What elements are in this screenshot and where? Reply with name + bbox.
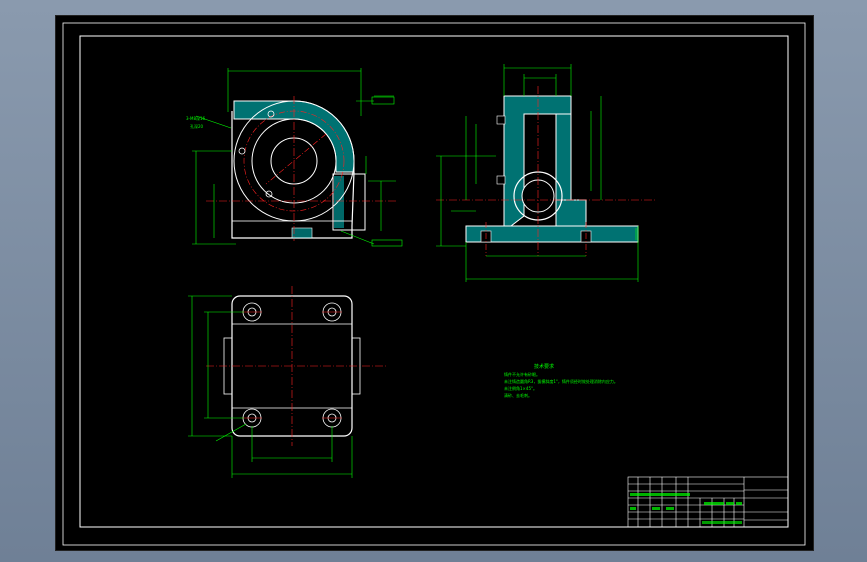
- front-hole-note-2: 孔深20: [190, 123, 204, 129]
- front-view: [206, 96, 396, 241]
- tech-line-1: 铸件不允许有砂眼。: [504, 371, 540, 377]
- front-dimension-text: 3-M8深16 孔深20: [186, 115, 206, 129]
- tech-title: 技术要求: [534, 363, 554, 370]
- front-boss-hatch: [334, 176, 344, 228]
- inner-frame: [79, 35, 789, 528]
- tech-line-3: 未注倒角1×45°。: [504, 385, 537, 391]
- tech-requirements: 技术要求 铸件不允许有砂眼。 未注铸造圆角R3，拔模斜度1°，铸件须经时效处理消…: [504, 363, 618, 398]
- side-hole-top: [496, 115, 506, 125]
- top-view: [206, 286, 386, 446]
- front-bolt-hole-2: [238, 147, 246, 155]
- front-hole-note: 3-M8深16: [186, 115, 206, 121]
- side-hole-bottom: [496, 175, 506, 185]
- tech-line-2: 未注铸造圆角R3，拔模斜度1°，铸件须经时效处理消除内应力。: [504, 378, 618, 384]
- front-dimensions: [192, 68, 403, 247]
- front-bolt-hole-3: [265, 190, 273, 198]
- side-base: [465, 225, 639, 243]
- top-dimensions: [188, 295, 353, 478]
- tech-line-4: 清砂、去毛刺。: [504, 392, 532, 398]
- side-view: [436, 86, 656, 256]
- title-block-marks: [630, 493, 742, 524]
- front-base-hatch: [291, 227, 313, 239]
- side-right-wall: [555, 113, 572, 201]
- drawing-viewport[interactable]: 3-M8深16 孔深20 技术要求 铸件不允许有砂眼。 未注铸造圆角R3，拔模斜…: [55, 15, 814, 551]
- drawing-sheet: 3-M8深16 孔深20 技术要求 铸件不允许有砂眼。 未注铸造圆角R3，拔模斜…: [62, 22, 806, 546]
- outer-frame: [62, 22, 806, 546]
